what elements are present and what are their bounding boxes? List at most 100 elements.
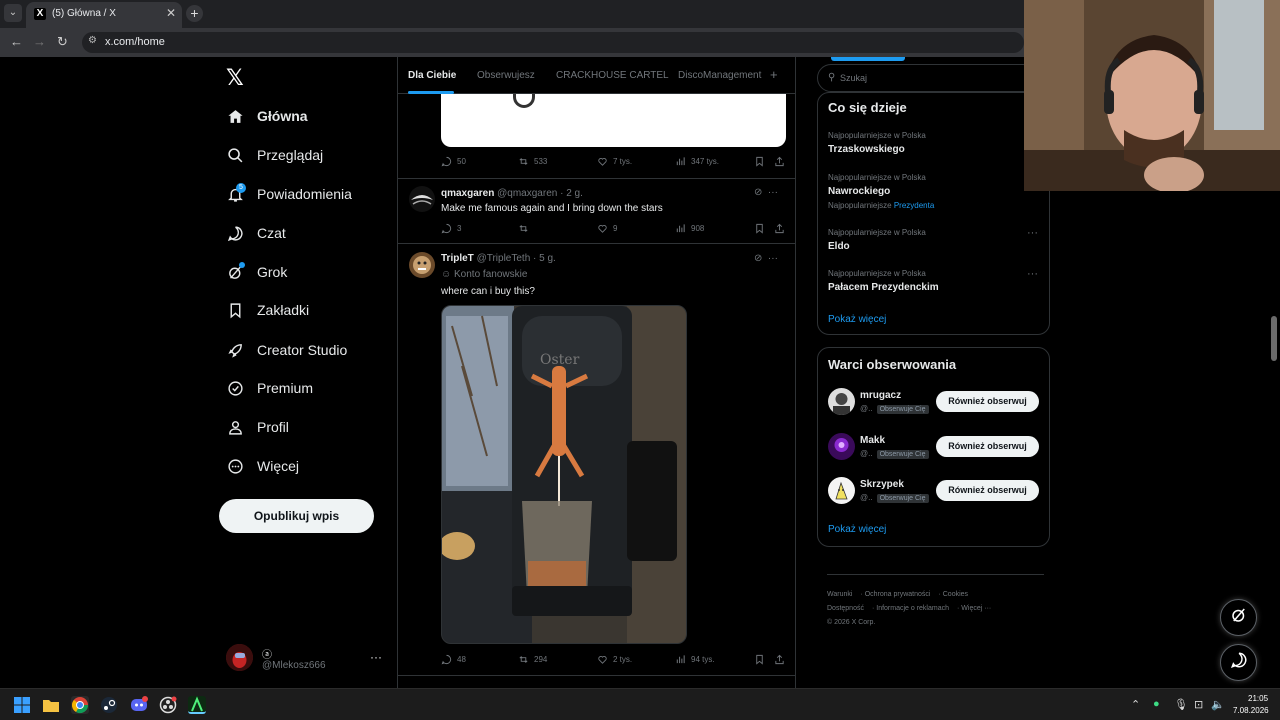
- trend-more-icon[interactable]: ···: [1027, 268, 1038, 280]
- who-to-follow-panel: Warci obserwowania mrugacz @.. Obserwuje …: [817, 347, 1050, 547]
- page-scrollbar[interactable]: [1271, 316, 1277, 361]
- file-explorer-icon[interactable]: [42, 696, 60, 714]
- chrome-icon[interactable]: [71, 696, 89, 714]
- account-switcher[interactable]: ⓐ @Mlekosz666 ···: [226, 644, 386, 674]
- trend-name[interactable]: Trzaskowskiego: [828, 144, 905, 155]
- search-input[interactable]: ⚲ Szukaj: [817, 64, 1037, 92]
- show-more-trends-link[interactable]: Pokaż więcej: [828, 314, 886, 325]
- footer-link-terms[interactable]: Warunki: [827, 591, 852, 598]
- like-button[interactable]: 2 tys.: [597, 654, 632, 665]
- obs-icon[interactable]: [159, 696, 177, 714]
- post-author-meta[interactable]: @TripleTeth · 5 g.: [477, 253, 556, 264]
- repost-button[interactable]: 294: [518, 654, 547, 665]
- microphone-icon[interactable]: 🎙: [1174, 698, 1188, 711]
- reply-button[interactable]: 48: [441, 654, 466, 665]
- network-icon[interactable]: ⊡: [1194, 698, 1203, 711]
- bookmark-button[interactable]: [754, 654, 770, 665]
- nav-item-premium[interactable]: Premium: [227, 376, 313, 400]
- bookmark-button[interactable]: [754, 223, 770, 234]
- footer-links-row2: Dostępność · Informacje o reklamach · Więc…: [827, 605, 992, 612]
- site-info-icon[interactable]: ⚙: [88, 35, 97, 46]
- follow-suggestion[interactable]: Makk @.. Obserwuje Cię Również obserwuj: [828, 433, 1040, 463]
- clock-time[interactable]: 21:05: [1248, 694, 1268, 703]
- reload-button[interactable]: ↻: [57, 34, 68, 50]
- post-media-preview[interactable]: [441, 94, 786, 147]
- post-author-name[interactable]: TripleT: [441, 253, 474, 264]
- reply-button[interactable]: 3: [441, 223, 461, 234]
- follow-suggestion[interactable]: Skrzypek @.. Obserwuje Cię Również obserw…: [828, 477, 1040, 507]
- reply-button[interactable]: 50: [441, 156, 466, 167]
- follow-back-button[interactable]: Również obserwuj: [936, 436, 1039, 457]
- trend-name[interactable]: Nawrockiego: [828, 186, 890, 197]
- like-button[interactable]: 7 tys.: [597, 156, 632, 167]
- discord-icon[interactable]: [130, 696, 148, 714]
- avatar[interactable]: [409, 252, 435, 278]
- tray-status-icon[interactable]: ●: [1153, 698, 1160, 710]
- volume-icon[interactable]: 🔈: [1211, 698, 1225, 711]
- views-button[interactable]: 94 tys.: [675, 654, 715, 665]
- grok-fab-button[interactable]: [1220, 599, 1257, 636]
- nav-item-more[interactable]: Więcej: [227, 454, 299, 478]
- url-text[interactable]: x.com/home: [105, 36, 165, 48]
- follow-suggestion[interactable]: mrugacz @.. Obserwuje Cię Również obserwu…: [828, 388, 1040, 418]
- footer-link-privacy[interactable]: Ochrona prywatności: [865, 591, 931, 598]
- trend-extra-link[interactable]: Prezydenta: [894, 201, 934, 210]
- browser-tab[interactable]: X (5) Główna / X ✕: [26, 2, 182, 28]
- share-button[interactable]: [774, 223, 790, 234]
- trend-name[interactable]: Eldo: [828, 241, 850, 252]
- post-more-icon[interactable]: ⊘ ···: [754, 253, 778, 264]
- x-logo-icon[interactable]: 𝕏: [226, 66, 244, 91]
- nav-item-home[interactable]: Główna: [227, 104, 308, 128]
- show-more-follow-link[interactable]: Pokaż więcej: [828, 524, 886, 535]
- post-author-meta[interactable]: @qmaxgaren · 2 g.: [497, 188, 583, 199]
- like-count: 2 tys.: [613, 655, 633, 664]
- account-more-icon[interactable]: ···: [370, 650, 382, 664]
- clock-date[interactable]: 7.08.2026: [1233, 706, 1269, 715]
- tab-for-you[interactable]: Dla Ciebie: [408, 70, 456, 81]
- nav-item-grok[interactable]: Grok: [227, 260, 287, 284]
- follow-back-button[interactable]: Również obserwuj: [936, 391, 1039, 412]
- omnibox[interactable]: ⚙ x.com/home: [82, 32, 1024, 53]
- tray-overflow-icon[interactable]: ⌃: [1131, 698, 1140, 711]
- chat-fab-button[interactable]: [1220, 644, 1257, 681]
- tab-following[interactable]: Obserwujesz: [477, 70, 535, 81]
- forward-button[interactable]: →: [33, 34, 46, 49]
- tab-close-button[interactable]: ✕: [166, 6, 176, 20]
- nav-label: Główna: [257, 108, 308, 124]
- bookmark-button[interactable]: [754, 156, 770, 167]
- nav-item-chat[interactable]: Czat: [227, 221, 286, 245]
- views-button[interactable]: 347 tys.: [675, 156, 719, 167]
- repost-button[interactable]: [518, 223, 534, 234]
- like-button[interactable]: 9: [597, 223, 617, 234]
- share-button[interactable]: [774, 654, 790, 665]
- back-button[interactable]: ←: [10, 34, 23, 49]
- post-image[interactable]: Oster: [441, 305, 687, 644]
- trend-more-icon[interactable]: ···: [1027, 227, 1038, 239]
- footer-link-accessibility[interactable]: Dostępność: [827, 605, 864, 612]
- steam-icon[interactable]: [100, 696, 118, 714]
- nav-item-creator-studio[interactable]: Creator Studio: [227, 338, 347, 362]
- share-button[interactable]: [774, 156, 790, 167]
- trend-name[interactable]: Pałacem Prezydenckim: [828, 282, 939, 293]
- footer-link-cookies[interactable]: Cookies: [943, 591, 968, 598]
- windows-start-icon[interactable]: [13, 696, 31, 714]
- footer-link-more[interactable]: Więcej ···: [961, 605, 991, 612]
- footer-link-ads-info[interactable]: Informacje o reklamach: [876, 605, 949, 612]
- nav-item-profile[interactable]: Profil: [227, 415, 289, 439]
- tab-search-menu-button[interactable]: ⌄: [4, 4, 22, 22]
- nav-item-bookmarks[interactable]: Zakładki: [227, 298, 309, 322]
- add-tab-icon[interactable]: +: [770, 67, 778, 82]
- post-author-name[interactable]: qmaxgaren: [441, 188, 494, 199]
- follow-back-button[interactable]: Również obserwuj: [936, 480, 1039, 501]
- post-button[interactable]: Opublikuj wpis: [219, 499, 374, 533]
- post-more-icon[interactable]: ⊘ ···: [754, 187, 778, 198]
- repost-button[interactable]: 533: [518, 156, 547, 167]
- terminal-app-icon[interactable]: [188, 696, 206, 714]
- tab-list-crackhouse[interactable]: CRACKHOUSE CARTEL: [556, 70, 669, 81]
- nav-item-explore[interactable]: Przeglądaj: [227, 143, 323, 167]
- nav-item-notifications[interactable]: 5 Powiadomienia: [227, 182, 352, 206]
- views-button[interactable]: 908: [675, 223, 704, 234]
- tab-list-discomanagement[interactable]: DiscoManagement: [678, 70, 761, 81]
- avatar[interactable]: [409, 186, 435, 212]
- new-tab-button[interactable]: +: [186, 5, 203, 22]
